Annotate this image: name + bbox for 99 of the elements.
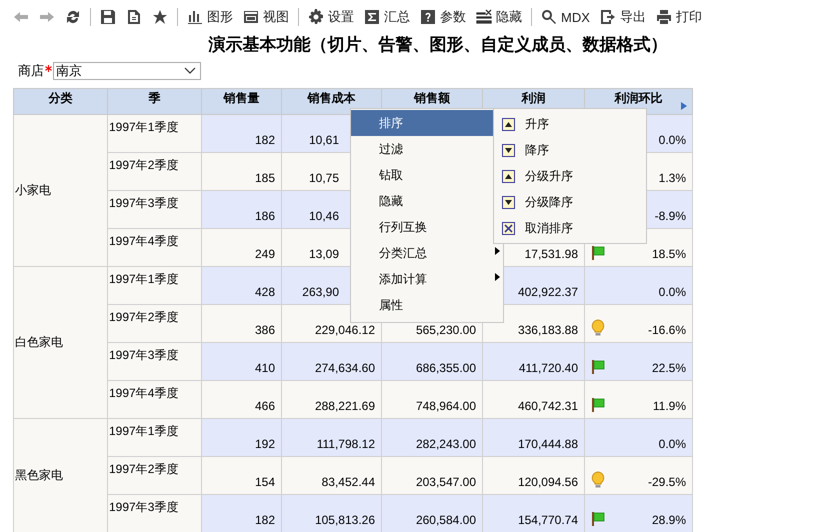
table-cell: 748,964.00 [382, 380, 482, 418]
view-icon [243, 9, 259, 25]
table-cell: 0.0% [658, 285, 686, 299]
table-cell: 18.5% [652, 247, 686, 261]
table-cell: 白色家电 [14, 266, 108, 418]
cancel-sort-icon [502, 222, 515, 234]
lightbulb-icon [591, 471, 605, 489]
hide-icon [476, 9, 492, 25]
table-cell: -29.5% [648, 475, 686, 489]
chart-button[interactable]: 图形 [184, 6, 236, 28]
menu-item[interactable]: 分级降序 [494, 189, 646, 215]
flag-icon [591, 511, 605, 527]
table-cell: 1.3% [658, 171, 686, 185]
column-header[interactable]: 销售量 [202, 88, 282, 114]
sum-icon [364, 9, 380, 25]
table-cell: 0.0% [658, 437, 686, 451]
table-cell: 黑色家电 [14, 418, 108, 532]
table-cell: 686,355.00 [382, 342, 482, 380]
chart-icon [187, 9, 203, 25]
sort-descending-icon [502, 196, 515, 208]
menu-item[interactable]: 降序 [494, 137, 646, 163]
table-cell: 182 [202, 494, 282, 532]
export-button[interactable]: 导出 [596, 6, 649, 28]
flag-icon [591, 245, 605, 261]
column-arrow-icon[interactable] [681, 102, 687, 110]
menu-item[interactable]: 分级升序 [494, 163, 646, 189]
table-cell: 428 [202, 266, 282, 304]
sum-button[interactable]: 汇总 [361, 6, 413, 28]
table-cell: -16.6% [648, 323, 686, 337]
flag-icon [591, 397, 605, 413]
table-cell: 11.9% [652, 399, 686, 413]
flag-icon [591, 359, 605, 375]
save-as-icon [126, 9, 142, 25]
table-cell: 1997年2季度 [108, 304, 202, 342]
settings-icon [308, 9, 324, 25]
table-cell: 1997年3季度 [108, 190, 202, 228]
sort-descending-icon [502, 144, 515, 156]
table-cell: 282,243.00 [382, 418, 482, 456]
search-button[interactable]: MDX [538, 7, 593, 27]
table-cell: 83,452.44 [282, 456, 382, 494]
table-cell: 274,634.60 [282, 342, 382, 380]
store-select[interactable]: 南京 [53, 62, 201, 80]
table-cell: 1997年3季度 [108, 342, 202, 380]
param-icon [420, 9, 436, 25]
save-icon [100, 9, 116, 25]
print-icon [656, 9, 672, 25]
table-cell: 170,444.88 [482, 418, 584, 456]
table-cell: 105,813.26 [282, 494, 382, 532]
table-cell: 22.5% [652, 361, 686, 375]
table-cell: 386 [202, 304, 282, 342]
column-header[interactable]: 销售成本 [282, 88, 382, 114]
table-cell: 460,742.31 [482, 380, 584, 418]
forward-icon [39, 9, 55, 25]
chevron-down-icon [184, 67, 196, 75]
menu-item[interactable]: 排序 [351, 110, 493, 136]
table-cell: 154 [202, 456, 282, 494]
table-cell: 120,094.56 [482, 456, 584, 494]
report-title: 演示基本功能（切片、告警、图形、自定义成员、数据格式） [208, 34, 668, 56]
table-cell: 1997年4季度 [108, 380, 202, 418]
table-cell: 410 [202, 342, 282, 380]
table-cell: 1997年1季度 [108, 418, 202, 456]
view-button[interactable]: 视图 [240, 6, 292, 28]
table-cell: 1997年1季度 [108, 114, 202, 152]
search-icon [541, 9, 557, 25]
column-header[interactable]: 分类 [14, 88, 108, 114]
table-cell: 249 [202, 228, 282, 266]
table-cell: 28.9% [652, 513, 686, 527]
export-icon [600, 9, 616, 25]
sort-ascending-icon [502, 118, 515, 130]
hide-button[interactable]: 隐藏 [473, 6, 525, 28]
print-button[interactable]: 打印 [652, 6, 705, 28]
settings-button[interactable]: 设置 [305, 6, 357, 28]
star-icon [152, 9, 168, 25]
refresh-icon [65, 9, 81, 25]
table-cell: 185 [202, 152, 282, 190]
back-icon [13, 9, 29, 25]
table-cell: 260,584.00 [382, 494, 482, 532]
table-cell: 0.0% [658, 133, 686, 147]
table-cell: 1997年2季度 [108, 152, 202, 190]
table-cell: 1997年1季度 [108, 266, 202, 304]
table-cell: 111,798.12 [282, 418, 382, 456]
param-button[interactable]: 参数 [417, 6, 469, 28]
column-header[interactable]: 季 [108, 88, 202, 114]
sort-ascending-icon [502, 170, 515, 182]
table-cell: 1997年3季度 [108, 494, 202, 532]
filter-label: 商店 [18, 62, 44, 80]
table-cell: 203,547.00 [382, 456, 482, 494]
table-cell: 1997年4季度 [108, 228, 202, 266]
table-cell: -8.9% [654, 209, 686, 223]
lightbulb-icon [591, 319, 605, 337]
table-cell: 小家电 [14, 114, 108, 266]
table-cell: 182 [202, 114, 282, 152]
table-cell: 1997年2季度 [108, 456, 202, 494]
table-cell: 466 [202, 380, 282, 418]
table-cell: 192 [202, 418, 282, 456]
table-cell: 186 [202, 190, 282, 228]
table-cell: 288,221.69 [282, 380, 382, 418]
table-cell: 411,720.40 [482, 342, 584, 380]
table-cell: 154,770.74 [482, 494, 584, 532]
